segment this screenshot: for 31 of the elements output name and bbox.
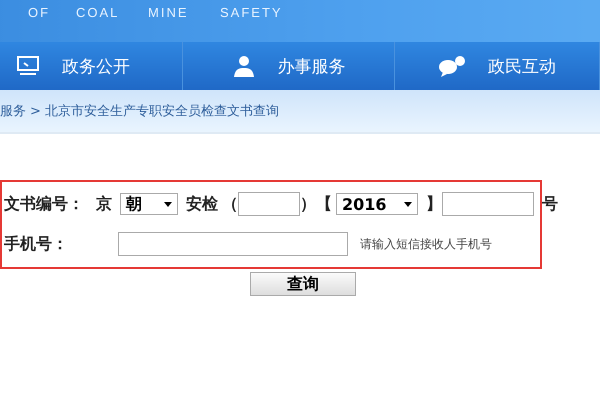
monitor-icon [16,55,40,77]
nav-label[interactable]: 办事服务 [278,54,346,78]
breadcrumb-separator: > [30,104,41,118]
caret-icon [404,202,412,206]
submit-button[interactable]: 查询 [250,272,356,296]
middle-text: 安检 [186,194,218,214]
bracket-text: 】 [426,194,442,214]
phone-field[interactable] [118,232,348,256]
banner-text: COAL [76,5,120,20]
banner-text: MINE [148,5,190,20]
breadcrumb-current: 北京市安全生产专职安全员检查文书查询 [44,103,279,120]
breadcrumb-link[interactable]: 服务 [0,102,26,120]
phone-label: 手机号： [4,234,68,254]
chat-icon [438,55,466,77]
bracket-text: ） [300,194,316,214]
caret-icon [164,202,172,206]
nav-label[interactable]: 政民互动 [488,54,556,78]
doc-number-label: 文书编号： [4,194,84,214]
person-icon [232,55,256,77]
suffix-text: 号 [542,194,558,214]
phone-hint: 请输入短信接收人手机号 [360,236,492,252]
banner-text: SAFETY [220,5,280,20]
year-select[interactable]: 2016 [336,193,418,215]
nav-label[interactable]: 政务公开 [62,54,130,78]
prefix-text: 京 [96,194,112,214]
district-select[interactable]: 朝 [120,193,178,215]
serial-field[interactable] [442,192,534,216]
bracket-text: 【 [316,194,332,214]
number-field[interactable] [238,192,300,216]
bracket-text: （ [222,194,238,214]
banner-text: OF [28,5,52,20]
